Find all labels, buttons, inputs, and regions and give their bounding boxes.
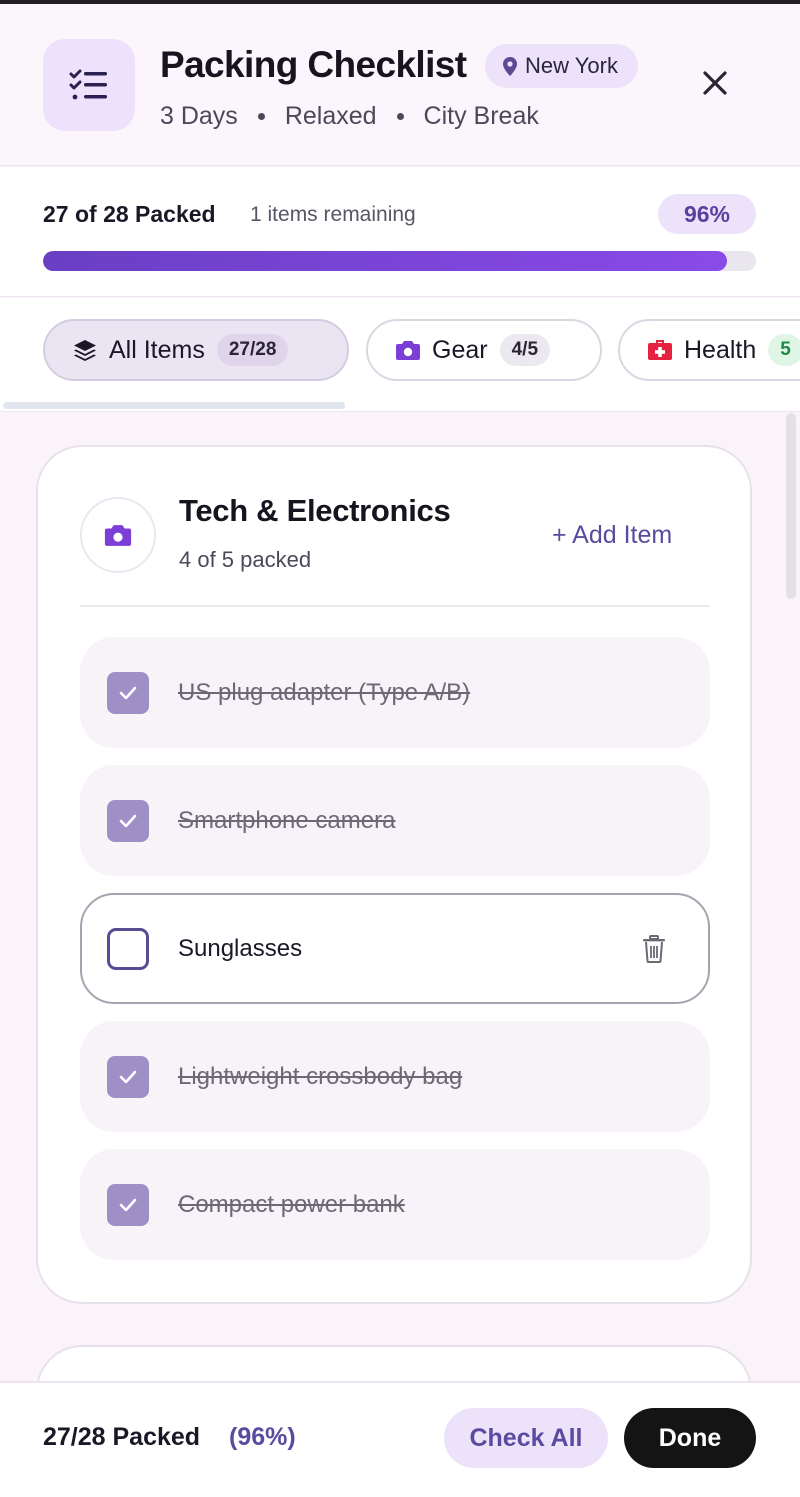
item-label: Smartphone camera	[178, 806, 396, 834]
footer-packed-count: 27/28 Packed	[43, 1423, 201, 1451]
first-aid-icon	[648, 340, 672, 360]
checklist-item[interactable]: Smartphone camera	[80, 765, 710, 876]
checklist-item[interactable]: US plug adapter (Type A/B)	[80, 637, 710, 748]
trip-duration: 3 Days	[160, 102, 238, 130]
tabs-scrollbar[interactable]	[3, 402, 345, 409]
footer-percent: (96%)	[229, 1423, 296, 1451]
done-button[interactable]: Done	[624, 1408, 756, 1468]
checklist-header: Packing Checklist New York 3 Days Relaxe…	[0, 4, 800, 166]
checklist-content: Tech & Electronics 4 of 5 packed + Add I…	[0, 413, 800, 1381]
checkbox-checked[interactable]	[107, 799, 149, 842]
category-icon	[80, 497, 156, 573]
tab-count: 27/28	[216, 334, 289, 366]
add-item-button[interactable]: + Add Item	[552, 521, 672, 550]
map-pin-icon	[503, 56, 517, 76]
progress-bar-fill	[43, 251, 728, 271]
checklist-item[interactable]: Lightweight crossbody bag	[80, 1021, 710, 1132]
tab-label: Health	[684, 335, 757, 364]
check-icon	[119, 814, 137, 827]
footer-bar: 27/28 Packed (96%) Check All Done	[0, 1381, 800, 1497]
check-icon	[119, 1198, 137, 1211]
checkbox-checked[interactable]	[107, 1183, 149, 1226]
tab-label: Gear	[432, 335, 488, 364]
category-title: Tech & Electronics	[179, 493, 451, 528]
category-tabs: All Items 27/28 Gear 4/5 Health 5	[0, 298, 800, 412]
layers-icon	[74, 340, 96, 361]
close-icon	[703, 71, 727, 95]
progress-section: 27 of 28 Packed 1 items remaining 96%	[0, 167, 800, 297]
trip-meta: 3 Days Relaxed City Break	[160, 102, 539, 131]
checklist-icon	[43, 39, 135, 131]
checklist-item[interactable]: Sunglasses	[80, 893, 710, 1004]
checkbox-checked[interactable]	[107, 671, 149, 714]
location-label: New York	[525, 53, 618, 78]
location-badge: New York	[485, 44, 638, 88]
divider	[80, 605, 710, 607]
camera-icon	[104, 525, 132, 546]
camera-icon	[396, 341, 420, 360]
trash-icon[interactable]	[642, 935, 666, 963]
category-progress: 4 of 5 packed	[179, 547, 312, 572]
packed-count: 27 of 28 Packed	[43, 201, 216, 227]
content-scrollbar[interactable]	[786, 413, 796, 599]
item-label: Lightweight crossbody bag	[178, 1062, 463, 1090]
checkbox-checked[interactable]	[107, 1055, 149, 1098]
tab-count: 4/5	[499, 334, 551, 366]
trip-type: City Break	[423, 102, 539, 130]
tab-all-items[interactable]: All Items 27/28	[43, 319, 349, 381]
progress-bar	[43, 251, 756, 271]
item-label: US plug adapter (Type A/B)	[178, 678, 471, 706]
tab-health[interactable]: Health 5	[618, 319, 800, 381]
item-label: Sunglasses	[178, 934, 303, 962]
tab-label: All Items	[109, 335, 205, 364]
remaining-count: 1 items remaining	[250, 203, 416, 226]
item-label: Compact power bank	[178, 1190, 405, 1218]
category-card-tech: Tech & Electronics 4 of 5 packed + Add I…	[36, 445, 752, 1304]
separator-dot	[257, 113, 265, 120]
tab-gear[interactable]: Gear 4/5	[366, 319, 602, 381]
page-title: Packing Checklist	[160, 44, 467, 85]
separator-dot	[396, 113, 404, 120]
check-icon	[119, 686, 137, 699]
trip-pace: Relaxed	[284, 102, 377, 130]
checklist-item[interactable]: Compact power bank	[80, 1149, 710, 1260]
close-button[interactable]	[694, 62, 736, 104]
check-all-button[interactable]: Check All	[444, 1408, 608, 1468]
percent-badge: 96%	[658, 194, 756, 234]
check-icon	[119, 1070, 137, 1083]
tab-count: 5	[768, 334, 800, 366]
category-card-next	[36, 1345, 752, 1381]
checkbox-unchecked[interactable]	[107, 927, 149, 970]
